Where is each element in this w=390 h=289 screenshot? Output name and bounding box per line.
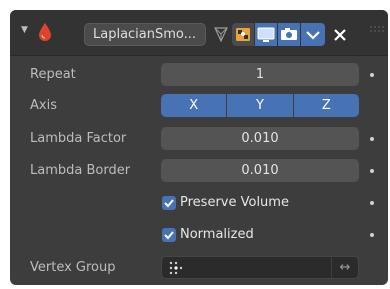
collapse-arrow-icon[interactable]: ▼: [21, 25, 28, 35]
modifier-name-field[interactable]: LaplacianSmo...: [84, 23, 206, 46]
water-drop-icon: [38, 22, 52, 46]
checkmark-icon[interactable]: [162, 195, 176, 210]
chevron-down-icon[interactable]: [301, 23, 325, 46]
normalized-label: Normalized: [180, 227, 254, 242]
vertex-group-label: Vertex Group: [30, 260, 116, 275]
lambda-factor-label: Lambda Factor: [30, 131, 127, 146]
keyframe-dot[interactable]: [370, 169, 374, 173]
lambda-border-field[interactable]: 0.010: [161, 159, 359, 182]
keyframe-dot[interactable]: [370, 201, 374, 205]
lambda-border-label: Lambda Border: [30, 163, 131, 178]
keyframe-dot[interactable]: [370, 73, 374, 77]
keyframe-dot[interactable]: [370, 233, 374, 237]
close-icon[interactable]: [332, 23, 348, 46]
lambda-factor-field[interactable]: 0.010: [161, 127, 359, 150]
modifier-panel: ▼ LaplacianSmo... Repeat 1 Axis X Y Z La…: [10, 10, 388, 285]
monitor-icon[interactable]: [255, 23, 277, 46]
drag-handle-icon[interactable]: [370, 26, 386, 36]
preserve-volume-checkbox[interactable]: Preserve Volume: [162, 195, 289, 210]
repeat-field[interactable]: 1: [161, 63, 359, 86]
modifier-header: ▼ LaplacianSmo...: [10, 10, 388, 56]
vertex-group-icon: [169, 261, 183, 279]
normalized-checkbox[interactable]: Normalized: [162, 227, 254, 242]
swap-arrows-icon[interactable]: ↔: [331, 257, 358, 278]
preserve-volume-label: Preserve Volume: [180, 195, 289, 210]
camera-icon[interactable]: [278, 23, 300, 46]
axis-x-toggle[interactable]: X: [161, 94, 227, 117]
repeat-label: Repeat: [30, 67, 76, 82]
checkmark-icon[interactable]: [162, 227, 176, 242]
vertex-group-field[interactable]: ↔: [161, 256, 359, 279]
axis-y-toggle[interactable]: Y: [227, 94, 293, 117]
triangle-vertices-icon[interactable]: [213, 23, 229, 46]
edit-mode-icon[interactable]: [232, 23, 254, 46]
keyframe-dot[interactable]: [370, 137, 374, 141]
axis-label: Axis: [30, 98, 57, 113]
axis-z-toggle[interactable]: Z: [293, 94, 359, 117]
axis-toggle-group: X Y Z: [161, 94, 359, 117]
